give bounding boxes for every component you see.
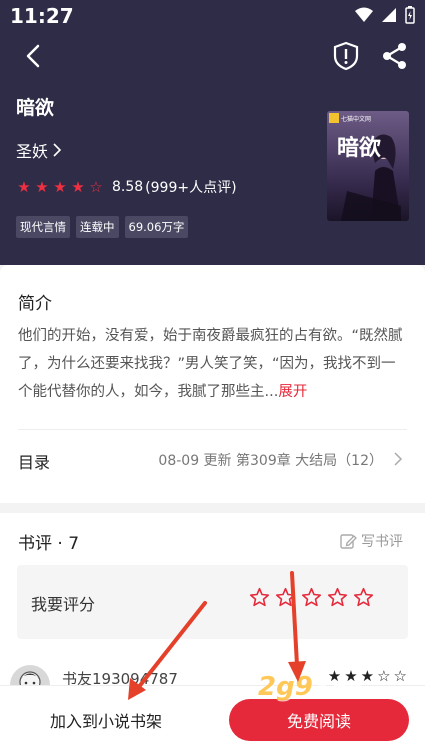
wifi-icon [355,7,373,22]
back-arrow-icon[interactable] [18,40,50,72]
intro-text[interactable]: 他们的开始，没有爱，始于南夜爵最疯狂的占有欲。“既然腻了，为什么还要来找我？”男… [18,322,410,406]
free-read-button[interactable]: 免费阅读 [229,699,409,741]
status-time: 11:27 [10,4,74,28]
star-empty-icon: ☆ [393,667,407,685]
intro-heading: 简介 [18,294,52,314]
rate-star-icon[interactable] [301,587,322,608]
star-filled-icon: ★ [360,667,375,685]
rate-stars [249,587,374,608]
rate-star-icon[interactable] [275,587,296,608]
rate-box: 我要评分 [17,565,408,639]
star-empty-icon: ☆ [89,178,103,196]
write-review-button[interactable]: 写书评 [339,531,403,551]
rate-star-icon[interactable] [249,587,270,608]
star-empty-icon: ☆ [377,667,391,685]
rate-star-icon[interactable] [353,587,374,608]
write-review-label: 写书评 [361,534,403,550]
intro-section: 简介 他们的开始，没有爱，始于南夜爵最疯狂的占有欲。“既然腻了，为什么还要来找我… [0,265,425,503]
author-link[interactable]: 圣妖 [16,138,62,162]
intro-body: 他们的开始，没有爱，始于南夜爵最疯狂的占有欲。“既然腻了，为什么还要来找我？”男… [18,328,403,400]
chevron-right-icon [53,143,62,157]
tag-genre: 现代言情 [16,216,70,238]
battery-icon [405,6,415,24]
cover-title: 暗欲 [337,135,381,161]
add-to-shelf-button[interactable]: 加入到小说书架 [16,698,196,742]
reviews-heading: 书评 · 7 [18,534,80,554]
rating-count: (999+人点评) [145,180,237,196]
star-filled-icon: ★ [17,178,31,196]
chevron-right-icon [394,452,403,466]
divider [18,429,407,430]
star-filled-icon: ★ [35,178,49,196]
share-icon[interactable] [380,40,410,72]
book-title: 暗欲 [16,97,55,119]
watermark-sub: 手游网 [315,681,361,699]
cover-art: 七猫中文网 暗欲 [327,111,409,221]
rate-label: 我要评分 [31,595,96,614]
signal-icon [382,8,396,22]
book-tags: 现代言情 连载中 69.06万字 [16,216,189,238]
book-rating: ★ ★ ★ ★ ☆ 8.58 (999+人点评) [16,177,237,197]
tag-status: 连载中 [76,216,119,238]
status-icons [355,6,415,24]
book-cover[interactable]: 七猫中文网 暗欲 [327,111,409,221]
star-filled-icon: ★ [71,178,85,196]
site-watermark: 2g9 手游网 [258,672,361,702]
bottom-action-bar: 加入到小说书架 免费阅读 [0,685,425,755]
rating-score: 8.58 [112,179,144,195]
book-header: 11:27 暗欲 圣妖 ★ ★ ★ ★ ☆ 8.58 (999+人点评) 现代言… [0,0,425,265]
cover-badge: 七猫中文网 [341,115,371,123]
toc-latest-chapter: 08-09 更新 第309章 大结局（12） [158,453,383,469]
toc-label: 目录 [18,453,51,472]
edit-icon [340,534,357,549]
star-filled-icon: ★ [53,178,67,196]
report-shield-icon[interactable] [331,40,361,72]
rate-star-icon[interactable] [327,587,348,608]
author-name: 圣妖 [16,142,49,161]
watermark-logo: 2g9 [258,672,313,702]
expand-link[interactable]: 展开 [278,384,307,400]
table-of-contents-row[interactable]: 目录 08-09 更新 第309章 大结局（12） [0,431,425,487]
status-bar: 11:27 [0,0,425,32]
tag-word-count: 69.06万字 [124,216,189,238]
